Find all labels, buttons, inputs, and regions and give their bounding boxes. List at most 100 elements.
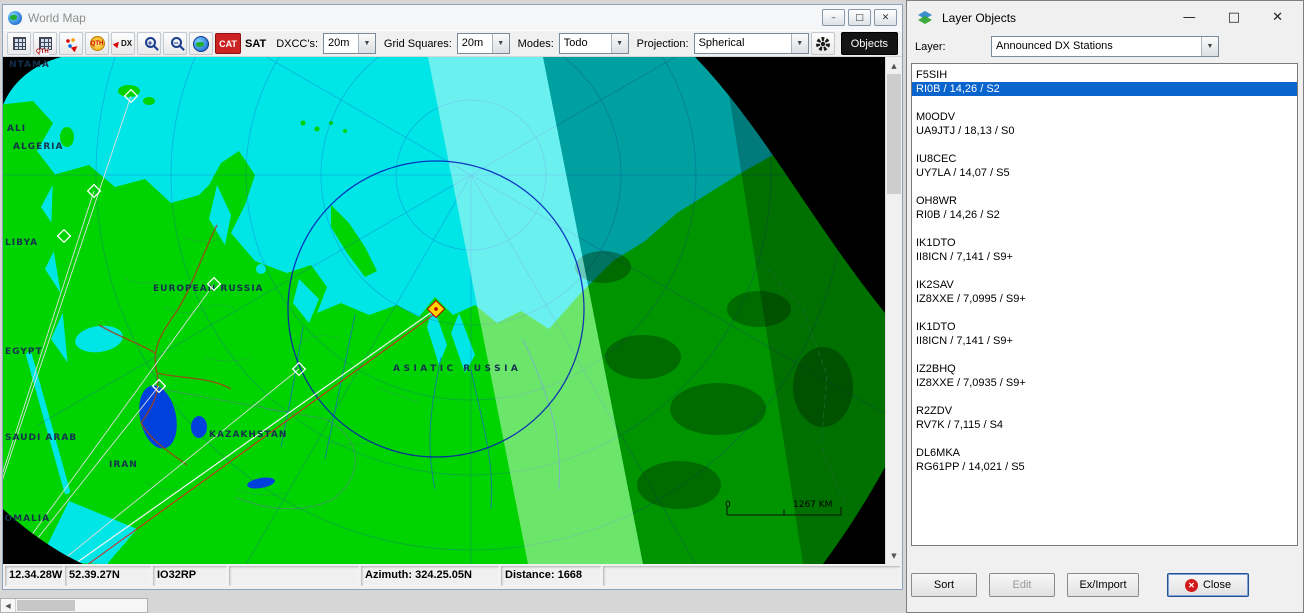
entry-callsign[interactable]: IU8CEC [912,152,1297,166]
scrollbar-track[interactable] [886,74,902,547]
list-item[interactable]: F5SIHRI0B / 14,26 / S2 [912,68,1297,96]
objects-button[interactable]: Objects [841,32,898,55]
maximize-button[interactable]: □ [848,9,871,26]
dx-button[interactable]: DX [111,32,135,55]
layer-combo[interactable]: Announced DX Stations ▼ [991,36,1219,57]
list-item[interactable]: IK1DTOII8ICN / 7,141 / S9+ [912,320,1297,348]
minimize-button[interactable]: — [1183,10,1196,25]
zoom-in-button[interactable]: + [137,32,161,55]
entry-detail[interactable]: IZ8XXE / 7,0995 / S9+ [912,292,1297,306]
chevron-down-icon[interactable]: ▼ [358,34,375,53]
close-button[interactable]: ✕ [874,9,897,26]
entry-detail[interactable]: II8ICN / 7,141 / S9+ [912,250,1297,264]
qth-icon: QTH [90,36,105,51]
entry-detail[interactable]: UA9JTJ / 18,13 / S0 [912,124,1297,138]
chevron-down-icon[interactable]: ▼ [1201,37,1218,56]
map-vertical-scrollbar[interactable]: ▲ ▼ [885,57,902,564]
ex-import-button[interactable]: Ex/Import [1067,573,1139,597]
chevron-down-icon[interactable]: ▼ [492,34,509,53]
status-longitude: 12.34.28W [5,566,63,586]
scroll-up-icon[interactable]: ▲ [886,57,902,74]
settings-button[interactable] [811,32,835,55]
dx-spots-button[interactable] [59,32,83,55]
entry-callsign[interactable]: IZ2BHQ [912,362,1297,376]
grid-icon [13,37,26,50]
list-item[interactable]: R2ZDVRV7K / 7,115 / S4 [912,404,1297,432]
entry-detail[interactable]: IZ8XXE / 7,0935 / S9+ [912,376,1297,390]
entry-callsign[interactable]: IK2SAV [912,278,1297,292]
edit-button[interactable]: Edit [989,573,1055,597]
entry-callsign[interactable]: F5SIH [912,68,1297,82]
grid-squares-value: 20m [458,34,492,53]
gear-icon [815,36,831,52]
grid-qth-label: QTH [36,49,49,55]
modes-combo[interactable]: Todo ▼ [559,33,629,54]
scroll-left-icon[interactable]: ◀ [1,599,16,612]
map-toolbar: QTH QTH DX + − CAT SAT DXCC's: [3,30,902,57]
grid-squares-label: Grid Squares: [384,38,452,50]
layer-objects-titlebar[interactable]: Layer Objects — □ ✕ [907,1,1303,34]
status-distance: Distance: 1668 [501,566,601,586]
layers-icon [917,10,933,26]
status-empty [229,566,359,586]
status-empty-2 [603,566,900,586]
desktop: World Map – □ ✕ QTH QTH DX [0,0,1304,613]
entry-detail[interactable]: II8ICN / 7,141 / S9+ [912,334,1297,348]
entry-detail[interactable]: RI0B / 14,26 / S2 [912,82,1297,96]
map-country-label: SOMALIA [3,514,50,524]
world-map[interactable]: 0 1267 KM NTAMAALIALGERIALIBYAEGYPTSAUDI… [3,57,885,564]
list-item[interactable]: M0ODVUA9JTJ / 18,13 / S0 [912,110,1297,138]
entry-callsign[interactable]: M0ODV [912,110,1297,124]
map-country-label: IRAN [109,460,138,470]
list-item[interactable]: OH8WRRI0B / 14,26 / S2 [912,194,1297,222]
grid-button[interactable] [7,32,31,55]
close-button[interactable]: ✕ [1272,10,1283,25]
list-item[interactable]: IK1DTOII8ICN / 7,141 / S9+ [912,236,1297,264]
entry-detail[interactable]: RG61PP / 14,021 / S5 [912,460,1297,474]
entry-callsign[interactable]: IK1DTO [912,320,1297,334]
status-latitude: 52.39.27N [65,566,151,586]
maximize-button[interactable]: □ [1228,10,1240,25]
scrollbar-thumb[interactable] [887,74,901,194]
window-title: World Map [28,11,86,25]
world-map-window-icon [8,11,22,25]
globe-button[interactable] [189,32,213,55]
entry-detail[interactable]: RI0B / 14,26 / S2 [912,208,1297,222]
dxccs-value: 20m [324,34,358,53]
list-item[interactable]: IK2SAVIZ8XXE / 7,0995 / S9+ [912,278,1297,306]
zoom-out-button[interactable]: − [163,32,187,55]
horizontal-scrollbar[interactable]: ◀ [0,598,148,613]
modes-label: Modes: [518,38,554,50]
layer-objects-window: Layer Objects — □ ✕ Layer: Announced DX … [906,0,1304,613]
grid-qth-button[interactable]: QTH [33,32,57,55]
minimize-button[interactable]: – [822,9,845,26]
qth-button[interactable]: QTH [85,32,109,55]
map-country-label: ASIATIC RUSSIA [393,364,521,374]
cat-button[interactable]: CAT [215,33,241,54]
layer-list[interactable]: F5SIHRI0B / 14,26 / S2M0ODVUA9JTJ / 18,1… [911,63,1298,546]
grid-squares-combo[interactable]: 20m ▼ [457,33,510,54]
chevron-down-icon[interactable]: ▼ [611,34,628,53]
sort-button[interactable]: Sort [911,573,977,597]
list-item[interactable]: IU8CECUY7LA / 14,07 / S5 [912,152,1297,180]
world-map-titlebar[interactable]: World Map – □ ✕ [3,5,902,30]
close-panel-button[interactable]: ✕ Close [1167,573,1249,597]
entry-detail[interactable]: RV7K / 7,115 / S4 [912,418,1297,432]
sat-label: SAT [245,38,266,50]
list-item[interactable]: DL6MKARG61PP / 14,021 / S5 [912,446,1297,474]
entry-callsign[interactable]: OH8WR [912,194,1297,208]
layer-value: Announced DX Stations [992,37,1201,56]
dxccs-combo[interactable]: 20m ▼ [323,33,376,54]
panel-title: Layer Objects [942,11,1016,25]
close-icon: ✕ [1185,579,1198,592]
entry-callsign[interactable]: IK1DTO [912,236,1297,250]
scroll-down-icon[interactable]: ▼ [886,547,902,564]
entry-detail[interactable]: UY7LA / 14,07 / S5 [912,166,1297,180]
chevron-down-icon[interactable]: ▼ [791,34,808,53]
dx-spots-icon [64,37,78,51]
list-item[interactable]: IZ2BHQIZ8XXE / 7,0935 / S9+ [912,362,1297,390]
projection-combo[interactable]: Spherical ▼ [694,33,809,54]
entry-callsign[interactable]: R2ZDV [912,404,1297,418]
scrollbar-thumb[interactable] [17,600,75,611]
entry-callsign[interactable]: DL6MKA [912,446,1297,460]
